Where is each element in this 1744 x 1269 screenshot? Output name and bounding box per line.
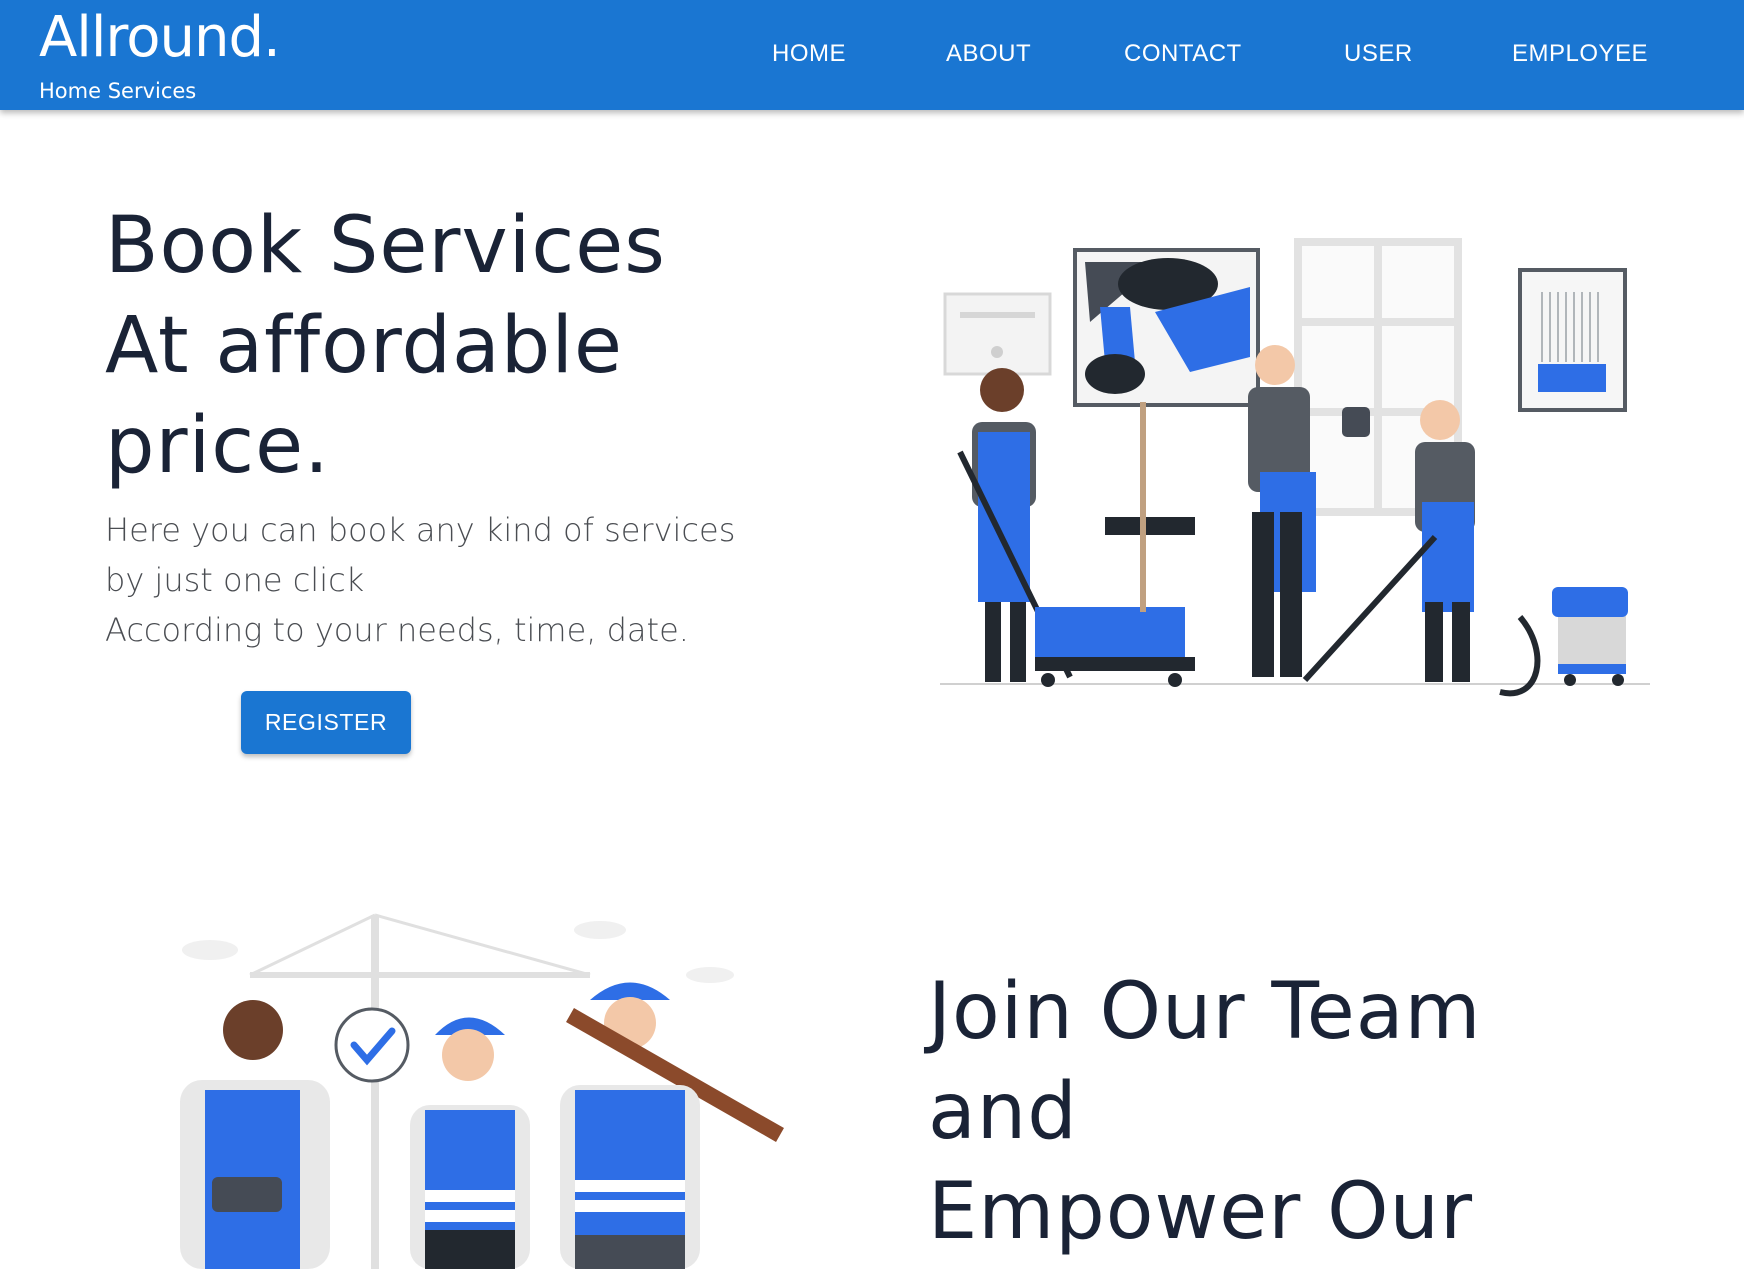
top-navbar: Allround. Home Services HOME ABOUT CONTA… xyxy=(0,0,1744,110)
construction-team-illustration xyxy=(180,913,784,1269)
join-title-line: Empower Our xyxy=(928,1167,1474,1257)
join-team-title: Join Our Team and Empower Our xyxy=(928,962,1728,1262)
nav-about-link[interactable]: ABOUT xyxy=(946,40,1031,68)
hero-title: Book Services At affordable price. xyxy=(105,196,825,496)
join-title-line: and xyxy=(928,1067,1078,1157)
hero-description-line: Here you can book any kind of services xyxy=(105,511,736,549)
hero-title-line: Book Services xyxy=(105,201,666,291)
brand-tagline: Home Services xyxy=(39,79,197,103)
hero-title-line: price. xyxy=(105,401,330,491)
nav-contact-link[interactable]: CONTACT xyxy=(1124,40,1242,68)
hero-description-line: by just one click xyxy=(105,561,365,599)
nav-home-link[interactable]: HOME xyxy=(772,40,846,68)
hero-description-line: According to your needs, time, date. xyxy=(105,611,689,649)
cleaning-crew-illustration xyxy=(940,238,1650,697)
register-button[interactable]: REGISTER xyxy=(241,691,411,754)
nav-user-link[interactable]: USER xyxy=(1344,40,1413,68)
hero-title-line: At affordable xyxy=(105,301,623,391)
brand-logo[interactable]: Allround. xyxy=(39,4,281,72)
join-title-line: Join Our Team xyxy=(928,967,1482,1057)
nav-employee-link[interactable]: EMPLOYEE xyxy=(1512,40,1648,68)
